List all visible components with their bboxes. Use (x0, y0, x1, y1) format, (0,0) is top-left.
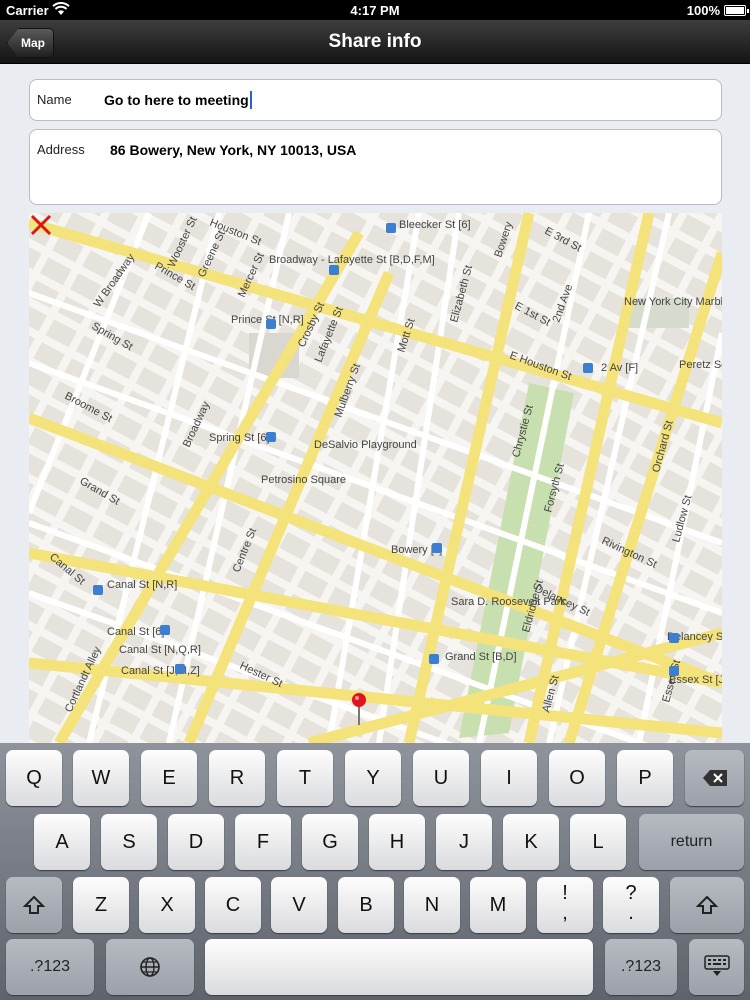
key-w[interactable]: W (73, 750, 129, 806)
key-question-period[interactable]: ? . (603, 877, 659, 933)
key-c[interactable]: C (205, 877, 261, 933)
name-input[interactable]: Go to here to meeting (104, 91, 252, 109)
map-label: Canal St [6] (107, 626, 164, 638)
map-label: Grand St [B,D] (445, 651, 517, 663)
map-label: DeSalvio Playground (314, 439, 417, 451)
page-title: Share info (328, 31, 422, 52)
key-p[interactable]: P (617, 750, 673, 806)
key-s[interactable]: S (101, 814, 157, 870)
battery-icon (724, 5, 749, 16)
key-x[interactable]: X (139, 877, 195, 933)
return-key[interactable]: return (639, 814, 744, 870)
numbers-key-left[interactable]: .?123 (6, 939, 94, 995)
key-r[interactable]: R (209, 750, 265, 806)
backspace-key[interactable] (685, 750, 744, 806)
name-value: Go to here to meeting (104, 92, 249, 108)
address-input[interactable]: 86 Bowery, New York, NY 10013, USA (110, 142, 356, 158)
on-screen-keyboard: Q W E R T Y U I O P A S D F G H J K L re… (0, 743, 750, 1000)
key-bottom-char: . (628, 902, 634, 924)
name-field[interactable]: Name Go to here to meeting (29, 79, 722, 121)
dismiss-keyboard-key[interactable] (689, 939, 744, 995)
key-y[interactable]: Y (345, 750, 401, 806)
globe-key[interactable] (106, 939, 194, 995)
key-o[interactable]: O (549, 750, 605, 806)
status-bar: Carrier 4:17 PM 100% (0, 0, 750, 20)
space-bar[interactable] (205, 939, 593, 995)
map-label: New York City Marble Cemetery (624, 296, 722, 308)
numbers-key-right[interactable]: .?123 (605, 939, 677, 995)
shift-key-left[interactable] (6, 877, 62, 933)
backspace-icon (702, 770, 727, 786)
map-label: 2 Av [F] (601, 362, 638, 374)
battery-percent: 100% (686, 3, 720, 18)
key-q[interactable]: Q (6, 750, 62, 806)
key-l[interactable]: L (570, 814, 626, 870)
key-t[interactable]: T (277, 750, 333, 806)
key-m[interactable]: M (470, 877, 526, 933)
key-u[interactable]: U (413, 750, 469, 806)
key-exclamation-comma[interactable]: ! , (537, 877, 593, 933)
map-label: Petrosino Square (261, 474, 346, 486)
map-label: Broadway - Lafayette St [B,D,F,M] (269, 254, 435, 266)
key-j[interactable]: J (436, 814, 492, 870)
key-z[interactable]: Z (73, 877, 129, 933)
address-field[interactable]: Address 86 Bowery, New York, NY 10013, U… (29, 129, 722, 205)
key-d[interactable]: D (168, 814, 224, 870)
key-bottom-char: , (562, 902, 568, 924)
clock: 4:17 PM (350, 3, 400, 18)
key-g[interactable]: G (302, 814, 358, 870)
map-label: Bleecker St [6] (399, 219, 471, 231)
globe-icon (140, 957, 160, 977)
key-a[interactable]: A (34, 814, 90, 870)
key-n[interactable]: N (404, 877, 460, 933)
key-h[interactable]: H (369, 814, 425, 870)
key-v[interactable]: V (271, 877, 327, 933)
key-f[interactable]: F (235, 814, 291, 870)
key-k[interactable]: K (503, 814, 559, 870)
shift-key-right[interactable] (670, 877, 744, 933)
map-view[interactable]: Houston St Broadway - Lafayette St [B,D,… (29, 213, 722, 743)
map-label: Peretz Square (679, 359, 722, 371)
address-label: Address (37, 142, 85, 157)
text-cursor (249, 91, 252, 109)
map-label: Sara D. Roosevelt Park (451, 596, 566, 608)
map-label: Canal St [N,Q,R] (119, 644, 201, 656)
map-label: Canal St [N,R] (107, 579, 177, 591)
key-e[interactable]: E (141, 750, 197, 806)
navigation-bar: Map Share info (0, 20, 750, 64)
key-top-char: ! (562, 882, 568, 904)
name-label: Name (37, 92, 72, 107)
shift-icon (695, 895, 719, 914)
map-canvas[interactable]: Houston St Broadway - Lafayette St [B,D,… (29, 213, 722, 743)
map-label: Canal St [J,M,Z] (121, 665, 200, 677)
key-b[interactable]: B (338, 877, 394, 933)
shift-icon (22, 895, 46, 914)
close-icon[interactable] (29, 213, 53, 237)
keyboard-hide-icon (703, 955, 730, 976)
key-i[interactable]: I (481, 750, 537, 806)
key-top-char: ? (625, 882, 637, 904)
map-label: Spring St [6] (209, 432, 270, 444)
